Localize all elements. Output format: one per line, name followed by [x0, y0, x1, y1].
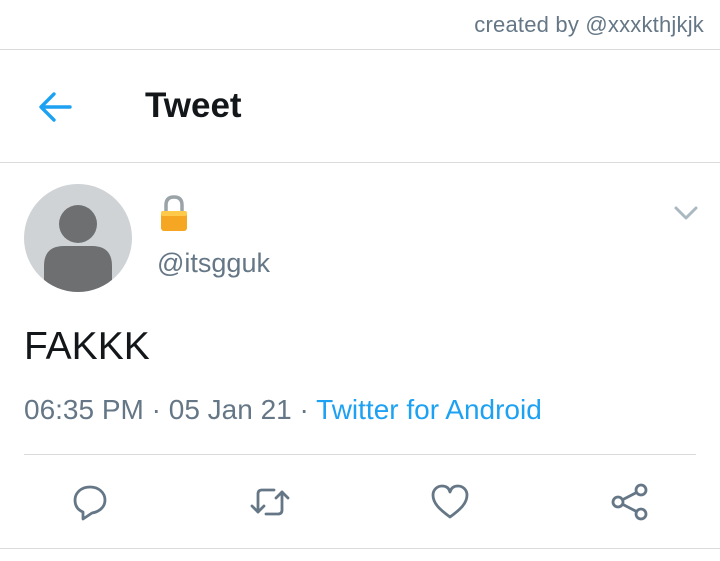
tweet-time: 06:35 PM	[24, 394, 144, 425]
actions-divider	[24, 454, 696, 455]
header-divider	[0, 162, 720, 163]
arrow-left-icon	[39, 92, 72, 122]
tweet-source-link[interactable]: Twitter for Android	[316, 394, 542, 425]
share-button[interactable]	[606, 478, 654, 526]
chevron-down-icon[interactable]	[668, 198, 704, 228]
meta-separator: ·	[291, 394, 317, 425]
like-icon	[431, 484, 469, 519]
reply-button[interactable]	[66, 478, 114, 526]
reply-icon	[73, 485, 107, 521]
tweet-date: 05 Jan 21	[168, 394, 292, 425]
tweet-text: FAKKK	[24, 325, 150, 368]
creator-credit: created by @xxxkthjkjk	[474, 12, 704, 37]
retweet-icon	[250, 488, 290, 516]
retweet-button[interactable]	[246, 478, 294, 526]
like-button[interactable]	[426, 478, 474, 526]
share-icon	[611, 483, 648, 521]
default-avatar-icon	[44, 205, 112, 292]
page-title: Tweet	[145, 86, 242, 125]
lock-icon	[161, 195, 187, 231]
meta-separator: ·	[143, 394, 169, 425]
avatar[interactable]	[24, 184, 132, 292]
top-app-bar: Tweet	[0, 50, 720, 162]
bottom-divider	[0, 548, 720, 549]
user-handle[interactable]: @itsgguk	[157, 248, 270, 279]
back-button[interactable]	[30, 82, 80, 132]
tweet-metadata: 06:35 PM · 05 Jan 21 · Twitter for Andro…	[24, 394, 542, 426]
